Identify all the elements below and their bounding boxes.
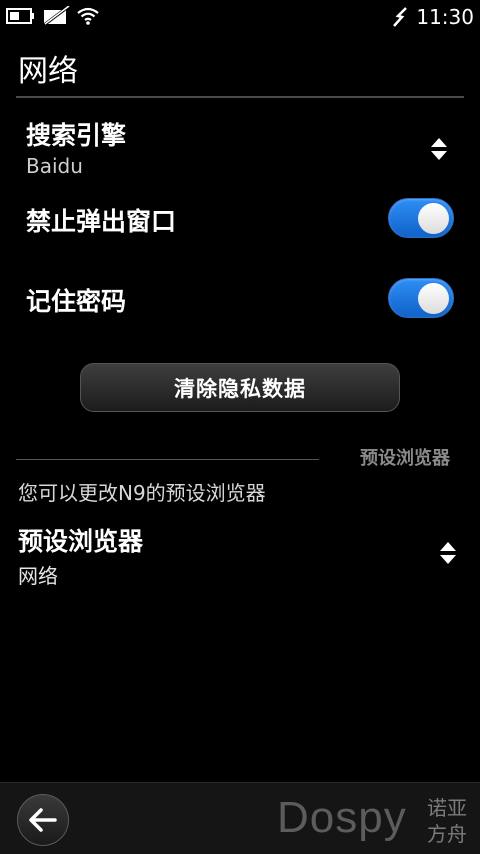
dospy-watermark: Dospy 诺亚 方舟 (277, 793, 477, 849)
popup-blocker-toggle[interactable] (388, 198, 454, 238)
bottom-toolbar: Dospy 诺亚 方舟 (0, 782, 480, 854)
no-sim-icon (43, 6, 70, 26)
toggle-knob (418, 283, 449, 314)
toggle-knob (418, 203, 449, 234)
battery-icon (6, 8, 34, 24)
watermark-cn: 诺亚 方舟 (427, 795, 473, 847)
watermark-cn-line2: 方舟 (427, 822, 467, 846)
search-engine-selector[interactable]: 搜索引擎 Baidu (0, 108, 480, 184)
search-engine-value: Baidu (26, 154, 83, 178)
status-time: 11:30 (416, 5, 474, 29)
page-title: 网络 (18, 54, 78, 89)
popup-blocker-row: 禁止弹出窗口 (0, 196, 480, 242)
clear-private-data-button[interactable]: 清除隐私数据 (80, 363, 400, 412)
remember-password-label: 记住密码 (26, 287, 127, 316)
wifi-icon (77, 7, 99, 25)
up-down-arrows-icon (431, 138, 447, 160)
default-browser-value: 网络 (18, 564, 58, 588)
watermark-cn-line1: 诺亚 (427, 796, 467, 820)
status-icons-right: 11:30 (390, 5, 474, 29)
search-engine-label: 搜索引擎 (26, 121, 127, 150)
section-description: 您可以更改N9的预设浏览器 (18, 481, 266, 505)
up-down-arrows-icon (440, 542, 456, 564)
remember-password-row: 记住密码 (0, 276, 480, 322)
back-arrow-icon (29, 808, 57, 832)
status-bar: 11:30 (0, 0, 480, 34)
remember-password-toggle[interactable] (388, 278, 454, 318)
status-icons-left (6, 6, 100, 26)
watermark-text: Dospy (277, 793, 407, 842)
default-browser-selector[interactable]: 预设浏览器 网络 (0, 516, 480, 592)
section-divider (16, 459, 319, 460)
default-browser-label: 预设浏览器 (18, 527, 144, 556)
title-divider (16, 96, 464, 98)
usb-icon (393, 7, 408, 27)
section-header-default-browser: 预设浏览器 (360, 448, 450, 469)
popup-blocker-label: 禁止弹出窗口 (26, 207, 177, 236)
back-button[interactable] (17, 794, 69, 846)
